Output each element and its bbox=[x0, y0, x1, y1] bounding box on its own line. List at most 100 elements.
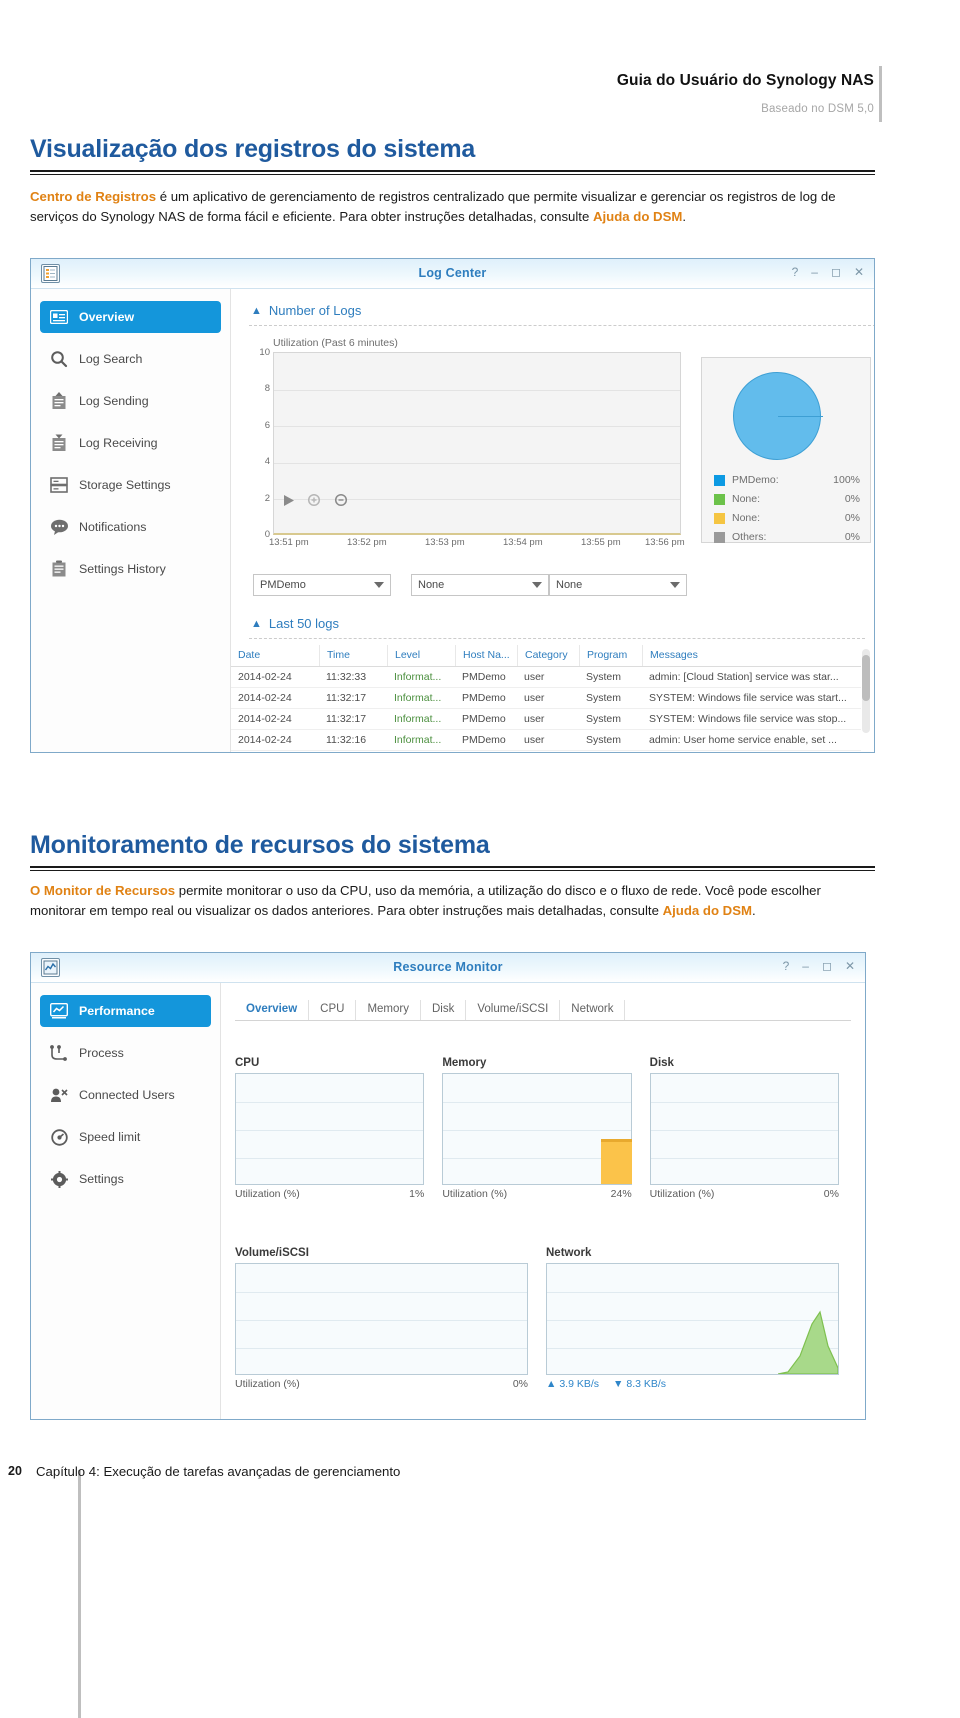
pie-chart bbox=[733, 372, 823, 460]
select-value: PMDemo bbox=[260, 579, 306, 591]
legend-value: 100% bbox=[833, 474, 860, 486]
panel-footer: Utilization (%) 1% bbox=[235, 1188, 424, 1200]
foot-value: 0% bbox=[512, 1378, 528, 1390]
zoom-out-icon[interactable] bbox=[334, 493, 349, 508]
resource-monitor-content: Overview CPU Memory Disk Volume/iSCSI Ne… bbox=[221, 983, 865, 1419]
connected-users-icon bbox=[48, 1085, 70, 1105]
cell-message: SYSTEM: Windows file service was stop... bbox=[649, 713, 847, 725]
cell-category: user bbox=[524, 692, 545, 704]
column-header-level[interactable]: Level bbox=[387, 645, 455, 666]
chart-toolbar bbox=[282, 493, 349, 508]
help-icon[interactable]: ? bbox=[792, 265, 799, 279]
speed-limit-icon bbox=[48, 1127, 70, 1147]
column-header-host[interactable]: Host Na... bbox=[455, 645, 517, 666]
network-area-series bbox=[778, 1310, 838, 1374]
sidebar-item-label: Speed limit bbox=[79, 1130, 141, 1144]
sidebar-item-storage-settings[interactable]: Storage Settings bbox=[40, 469, 221, 501]
section-1-paragraph: Centro de Registros é um aplicativo de g… bbox=[30, 187, 875, 226]
play-icon[interactable] bbox=[282, 494, 295, 507]
close-icon[interactable]: ✕ bbox=[854, 265, 864, 279]
cpu-panel: CPU Utilization (%) 1% bbox=[235, 1057, 425, 1200]
dsm-help-link-1[interactable]: Ajuda do DSM bbox=[593, 209, 682, 224]
volume-iscsi-panel: Volume/iSCSI Utilization (%) 0% bbox=[235, 1247, 528, 1390]
close-icon[interactable]: ✕ bbox=[845, 959, 855, 973]
x-tick: 13:55 pm bbox=[581, 537, 621, 548]
panel-title: Volume/iSCSI bbox=[235, 1247, 309, 1259]
table-row[interactable]: 2014-02-24 11:32:33 Informat... PMDemo u… bbox=[231, 667, 861, 688]
guide-subtitle: Baseado no DSM 5,0 bbox=[761, 103, 874, 115]
legend-value: 0% bbox=[844, 512, 860, 524]
tab-memory[interactable]: Memory bbox=[356, 1000, 421, 1020]
panel-footer: Utilization (%) 0% bbox=[235, 1378, 528, 1390]
tab-cpu[interactable]: CPU bbox=[309, 1000, 357, 1020]
panel-title: Network bbox=[546, 1247, 592, 1259]
maximize-icon[interactable]: ◻ bbox=[831, 265, 841, 279]
cell-level: Informat... bbox=[394, 734, 442, 746]
sidebar-item-label: Process bbox=[79, 1046, 124, 1060]
sidebar-item-process[interactable]: Process bbox=[40, 1037, 211, 1069]
y-tick: 6 bbox=[264, 420, 270, 431]
category-filter-select[interactable]: None bbox=[411, 574, 549, 596]
foot-label: Utilization (%) bbox=[442, 1188, 508, 1200]
level-filter-select[interactable]: None bbox=[549, 574, 687, 596]
cell-date: 2014-02-24 bbox=[238, 734, 292, 746]
chart-caption: Utilization (Past 6 minutes) bbox=[273, 337, 398, 349]
column-header-messages[interactable]: Messages bbox=[642, 645, 861, 666]
resource-monitor-term: O Monitor de Recursos bbox=[30, 883, 176, 898]
sidebar-item-settings-history[interactable]: Settings History bbox=[40, 553, 221, 585]
cell-message: SYSTEM: Windows file service was start..… bbox=[649, 692, 847, 704]
resource-monitor-window: Resource Monitor ? – ◻ ✕ Performance Pro… bbox=[30, 952, 866, 1420]
log-center-title: Log Center bbox=[418, 266, 487, 280]
sidebar-item-speed-limit[interactable]: Speed limit bbox=[40, 1121, 211, 1153]
legend-value: 0% bbox=[844, 531, 860, 543]
zoom-in-icon[interactable] bbox=[307, 493, 322, 508]
sidebar-item-notifications[interactable]: Notifications bbox=[40, 511, 221, 543]
sidebar-item-overview[interactable]: Overview bbox=[40, 301, 221, 333]
last-50-logs-header[interactable]: ▲ Last 50 logs bbox=[249, 612, 865, 635]
document-header: Guia do Usuário do Synology NAS Baseado … bbox=[0, 0, 960, 122]
tab-overview[interactable]: Overview bbox=[235, 1000, 310, 1020]
cell-time: 11:32:17 bbox=[326, 713, 367, 725]
log-distribution-panel: PMDemo: 100% None: 0% None: 0% Others: 0… bbox=[701, 357, 871, 543]
legend-item: None: 0% bbox=[714, 512, 860, 524]
minimize-icon[interactable]: – bbox=[802, 959, 809, 973]
sidebar-item-connected-users[interactable]: Connected Users bbox=[40, 1079, 211, 1111]
sidebar-item-log-search[interactable]: Log Search bbox=[40, 343, 221, 375]
host-filter-select[interactable]: PMDemo bbox=[253, 574, 391, 596]
tab-volume-iscsi[interactable]: Volume/iSCSI bbox=[466, 1000, 561, 1020]
cell-level: Informat... bbox=[394, 713, 442, 725]
select-value: None bbox=[418, 579, 445, 591]
memory-bar bbox=[600, 1139, 632, 1184]
table-row[interactable]: 2014-02-24 11:32:16 Informat... PMDemo u… bbox=[231, 730, 861, 751]
table-row[interactable]: 2014-02-24 11:32:17 Informat... PMDemo u… bbox=[231, 688, 861, 709]
sidebar-item-label: Overview bbox=[79, 310, 135, 324]
cell-time: 11:32:33 bbox=[326, 671, 367, 683]
disk-panel: Disk Utilization (%) 0% bbox=[649, 1057, 839, 1200]
sidebar-item-log-sending[interactable]: Log Sending bbox=[40, 385, 221, 417]
resource-monitor-titlebar: Resource Monitor ? – ◻ ✕ bbox=[31, 953, 865, 983]
tab-network[interactable]: Network bbox=[560, 1000, 626, 1020]
number-of-logs-header[interactable]: ▲ Number of Logs bbox=[249, 299, 874, 322]
section-heading-1: Visualização dos registros do sistema bbox=[30, 135, 875, 175]
log-table-scrollbar[interactable] bbox=[862, 649, 870, 733]
section-1-tail: . bbox=[682, 208, 687, 224]
maximize-icon[interactable]: ◻ bbox=[822, 959, 832, 973]
column-header-category[interactable]: Category bbox=[517, 645, 579, 666]
help-icon[interactable]: ? bbox=[783, 959, 790, 973]
y-tick: 0 bbox=[264, 529, 270, 540]
tab-disk[interactable]: Disk bbox=[421, 1000, 467, 1020]
sidebar-item-settings[interactable]: Settings bbox=[40, 1163, 211, 1195]
table-row[interactable]: 2014-02-24 11:32:17 Informat... PMDemo u… bbox=[231, 709, 861, 730]
dsm-help-link-2[interactable]: Ajuda do DSM bbox=[663, 903, 752, 918]
page-title: Visualização dos registros do sistema bbox=[30, 135, 476, 163]
column-header-time[interactable]: Time bbox=[319, 645, 387, 666]
column-header-date[interactable]: Date bbox=[231, 645, 319, 666]
sidebar-item-log-receiving[interactable]: Log Receiving bbox=[40, 427, 221, 459]
log-center-window-controls: ? – ◻ ✕ bbox=[792, 265, 864, 279]
foot-label: Utilization (%) bbox=[649, 1188, 715, 1200]
sidebar-item-performance[interactable]: Performance bbox=[40, 995, 211, 1027]
column-header-program[interactable]: Program bbox=[579, 645, 642, 666]
minimize-icon[interactable]: – bbox=[811, 265, 818, 279]
legend-label: None: bbox=[732, 493, 761, 505]
upload-stat: ▲ 3.9 KB/s bbox=[546, 1378, 599, 1390]
